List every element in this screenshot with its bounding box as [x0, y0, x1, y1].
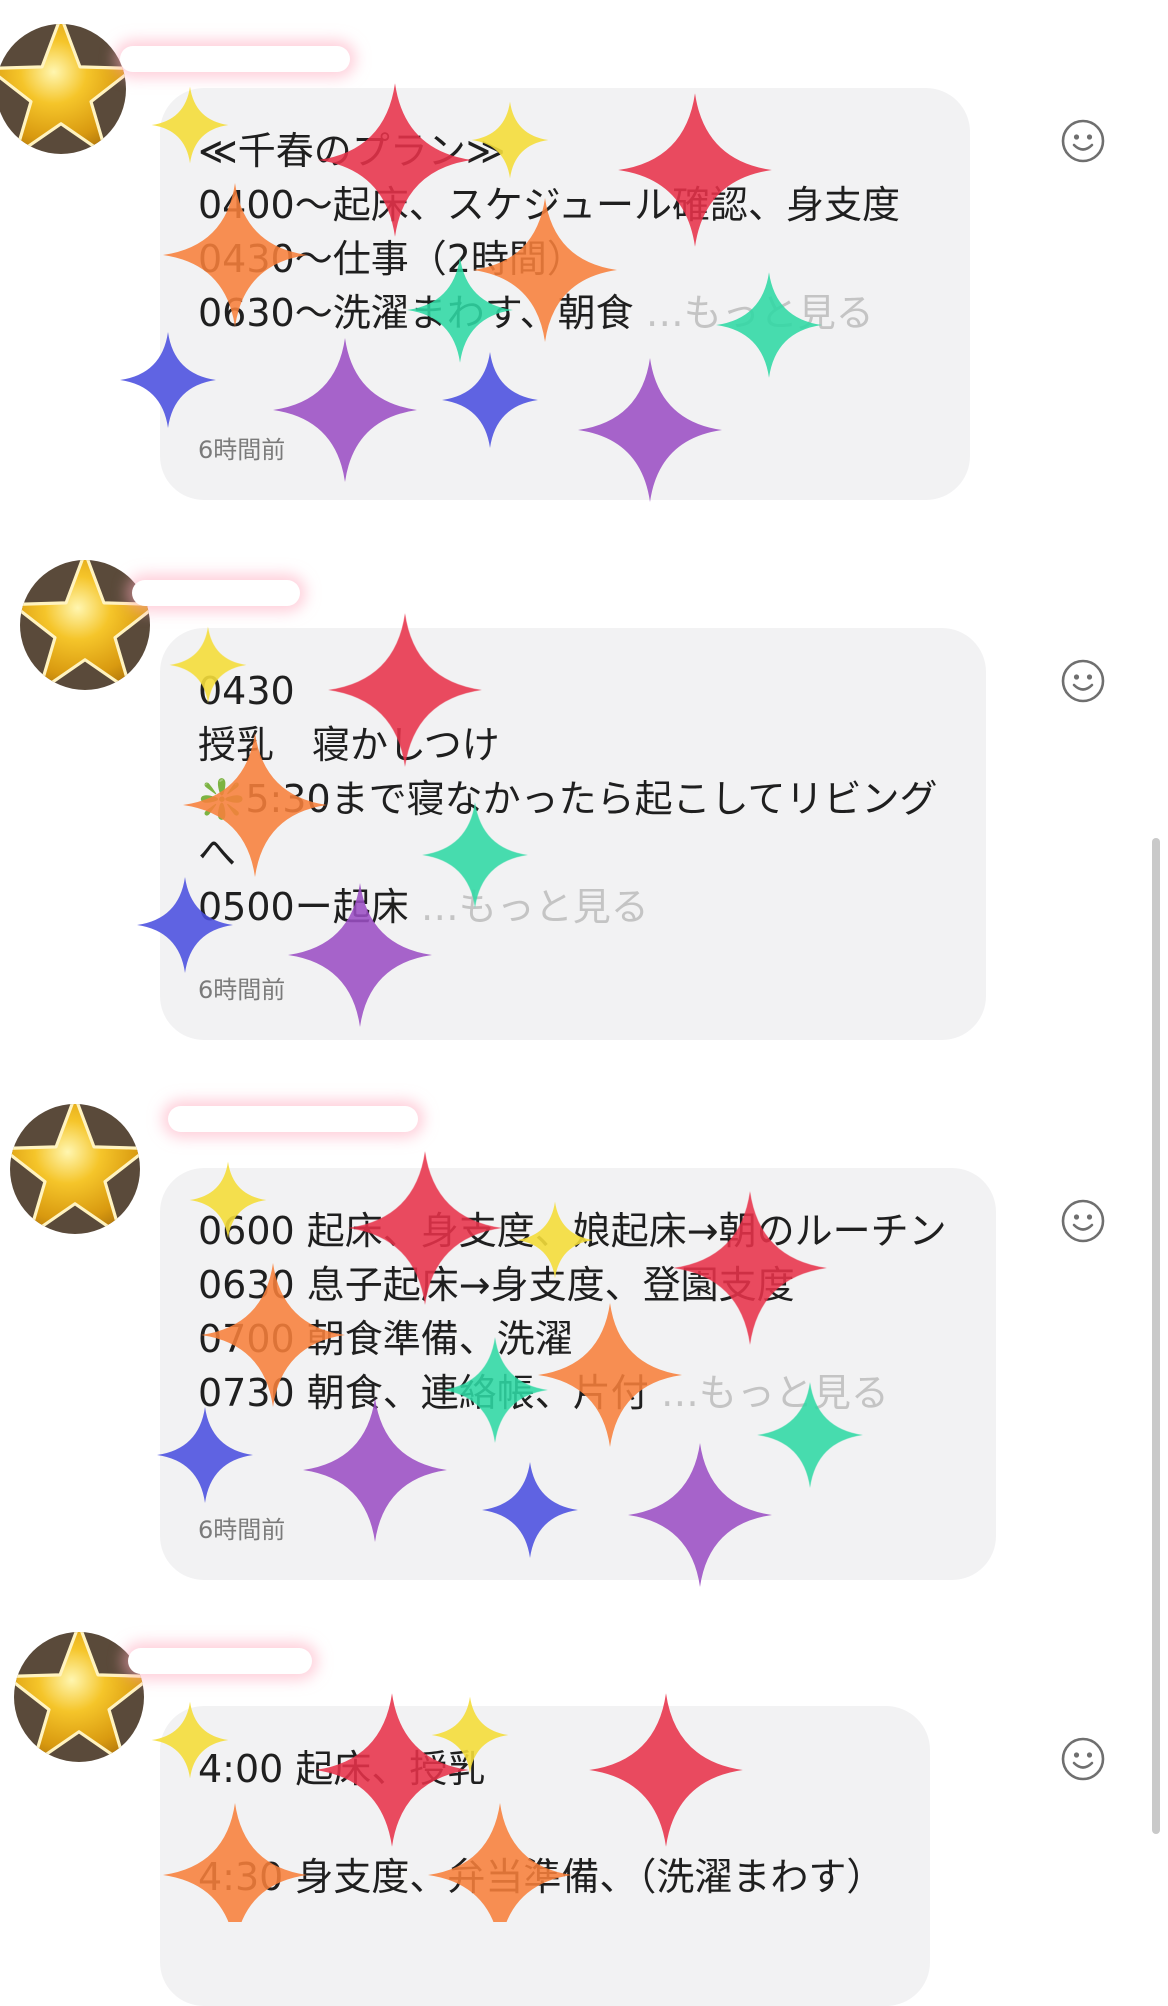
smiley-face-icon[interactable] [1060, 118, 1106, 164]
show-more-link[interactable]: …もっと見る [649, 1371, 889, 1415]
comment-bubble[interactable]: 4:00 起床、授乳 4:30 身支度、弁当準備、（洗濯まわす） [160, 1706, 930, 2006]
gold-star-icon [10, 1104, 140, 1234]
comment-text: 0430 授乳 寝かしつけ ❇️5:30まで寝なかったら起こしてリビングへ 05… [198, 669, 938, 929]
username-redacted [168, 1106, 418, 1132]
scrollbar[interactable] [1152, 838, 1160, 1834]
avatar[interactable] [14, 1632, 144, 1762]
username-redacted [120, 46, 350, 72]
show-more-link[interactable]: …もっと見る [634, 291, 874, 335]
comment-time: 6時間前 [198, 976, 286, 1004]
gold-star-icon [14, 1632, 144, 1762]
comment-bubble[interactable]: ≪千春のプラン≫ 0400〜起床、スケジュール確認、身支度 0430〜仕事（2時… [160, 88, 970, 500]
comment-text: 4:00 起床、授乳 4:30 身支度、弁当準備、（洗濯まわす） [198, 1747, 885, 1899]
smiley-face-icon[interactable] [1060, 658, 1106, 704]
avatar[interactable] [0, 24, 126, 154]
gold-star-icon [20, 560, 150, 690]
smiley-face-icon[interactable] [1060, 1736, 1106, 1782]
comment-bubble[interactable]: 0600 起床、身支度、娘起床→朝のルーチン 0630 息子起床→身支度、登園支… [160, 1168, 996, 1580]
comment-bubble[interactable]: 0430 授乳 寝かしつけ ❇️5:30まで寝なかったら起こしてリビングへ 05… [160, 628, 986, 1040]
comment-time: 6時間前 [198, 1516, 286, 1544]
gold-star-icon [0, 24, 126, 154]
show-more-link[interactable]: …もっと見る [409, 885, 649, 929]
comment-text: ≪千春のプラン≫ 0400〜起床、スケジュール確認、身支度 0430〜仕事（2時… [198, 129, 901, 335]
avatar[interactable] [10, 1104, 140, 1234]
avatar[interactable] [20, 560, 150, 690]
comment-time: 6時間前 [198, 436, 286, 464]
smiley-face-icon[interactable] [1060, 1198, 1106, 1244]
comment-text: 0600 起床、身支度、娘起床→朝のルーチン 0630 息子起床→身支度、登園支… [198, 1209, 947, 1415]
username-redacted [132, 580, 300, 606]
username-redacted [128, 1648, 312, 1674]
